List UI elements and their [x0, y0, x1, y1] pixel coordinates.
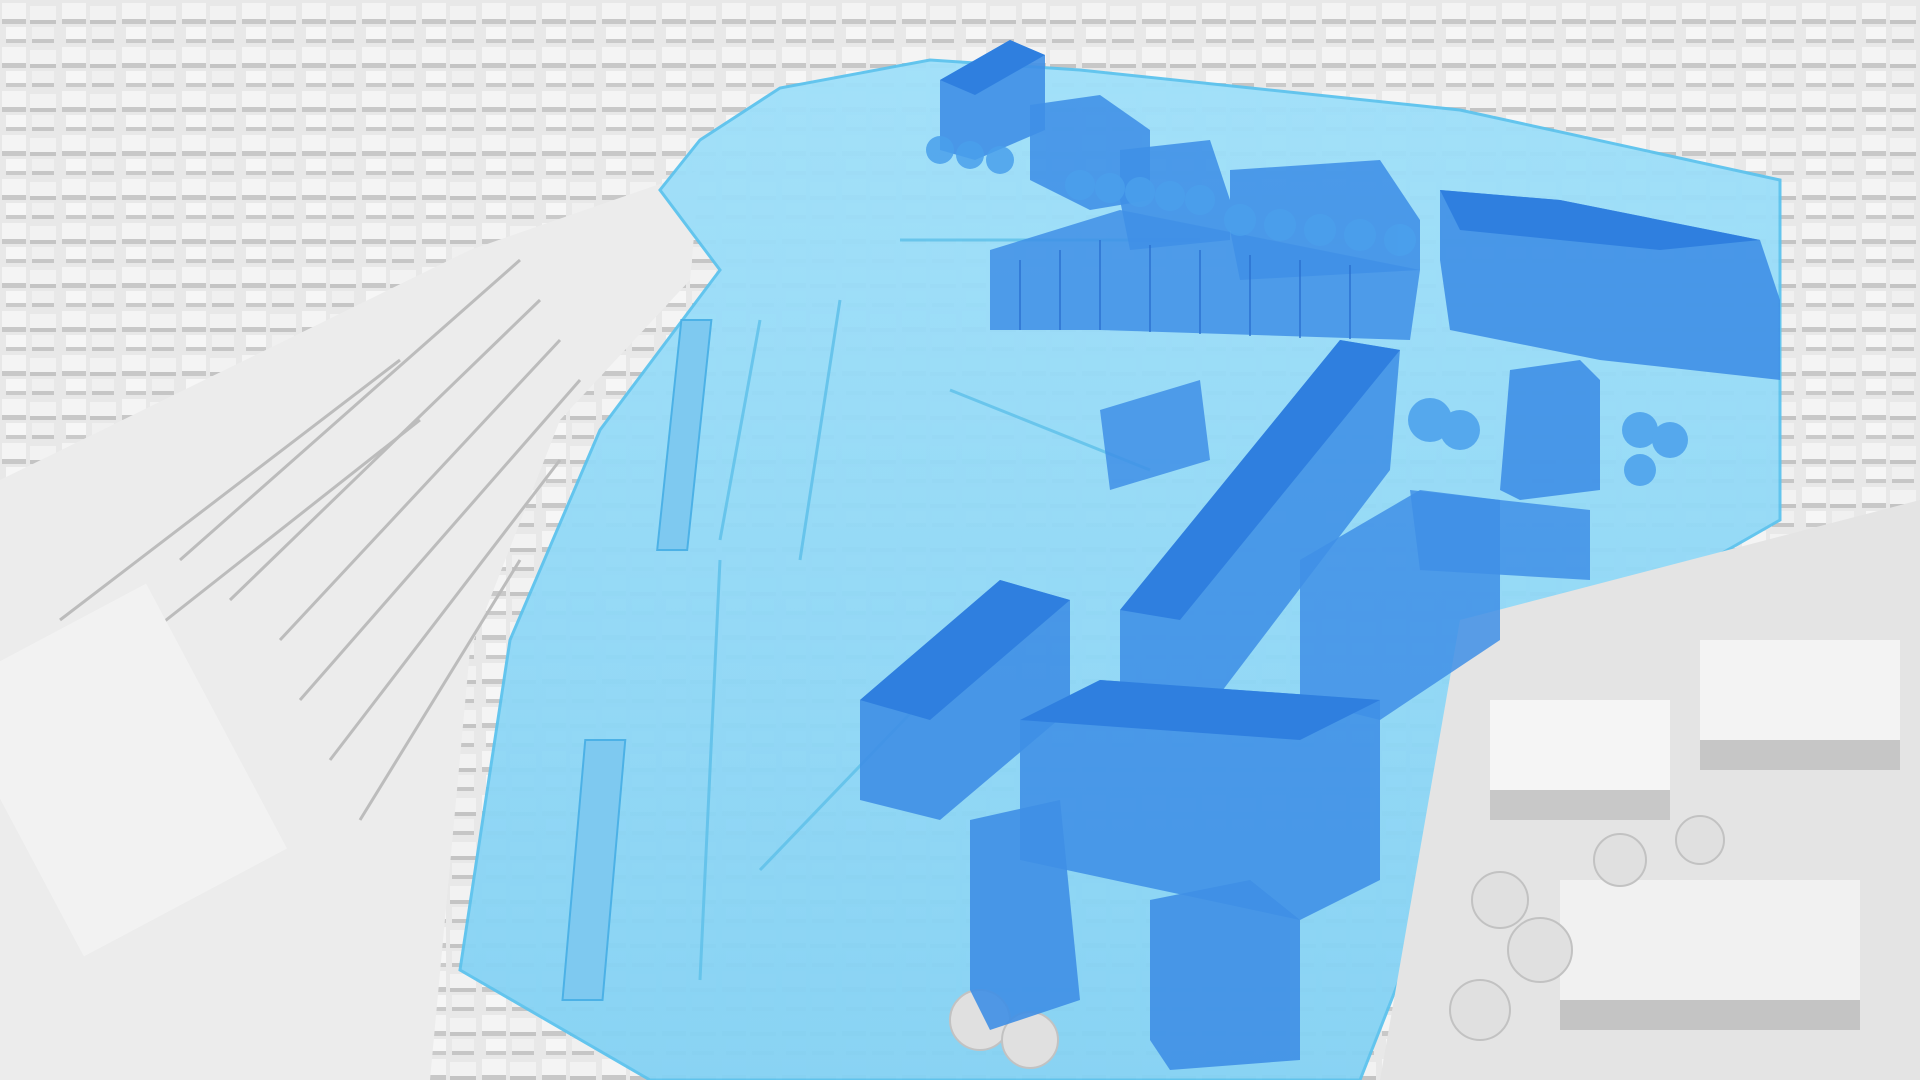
building-south-2	[1150, 880, 1300, 1070]
building-east-tower	[1500, 360, 1600, 500]
urban-3d-scene	[0, 0, 1920, 1080]
